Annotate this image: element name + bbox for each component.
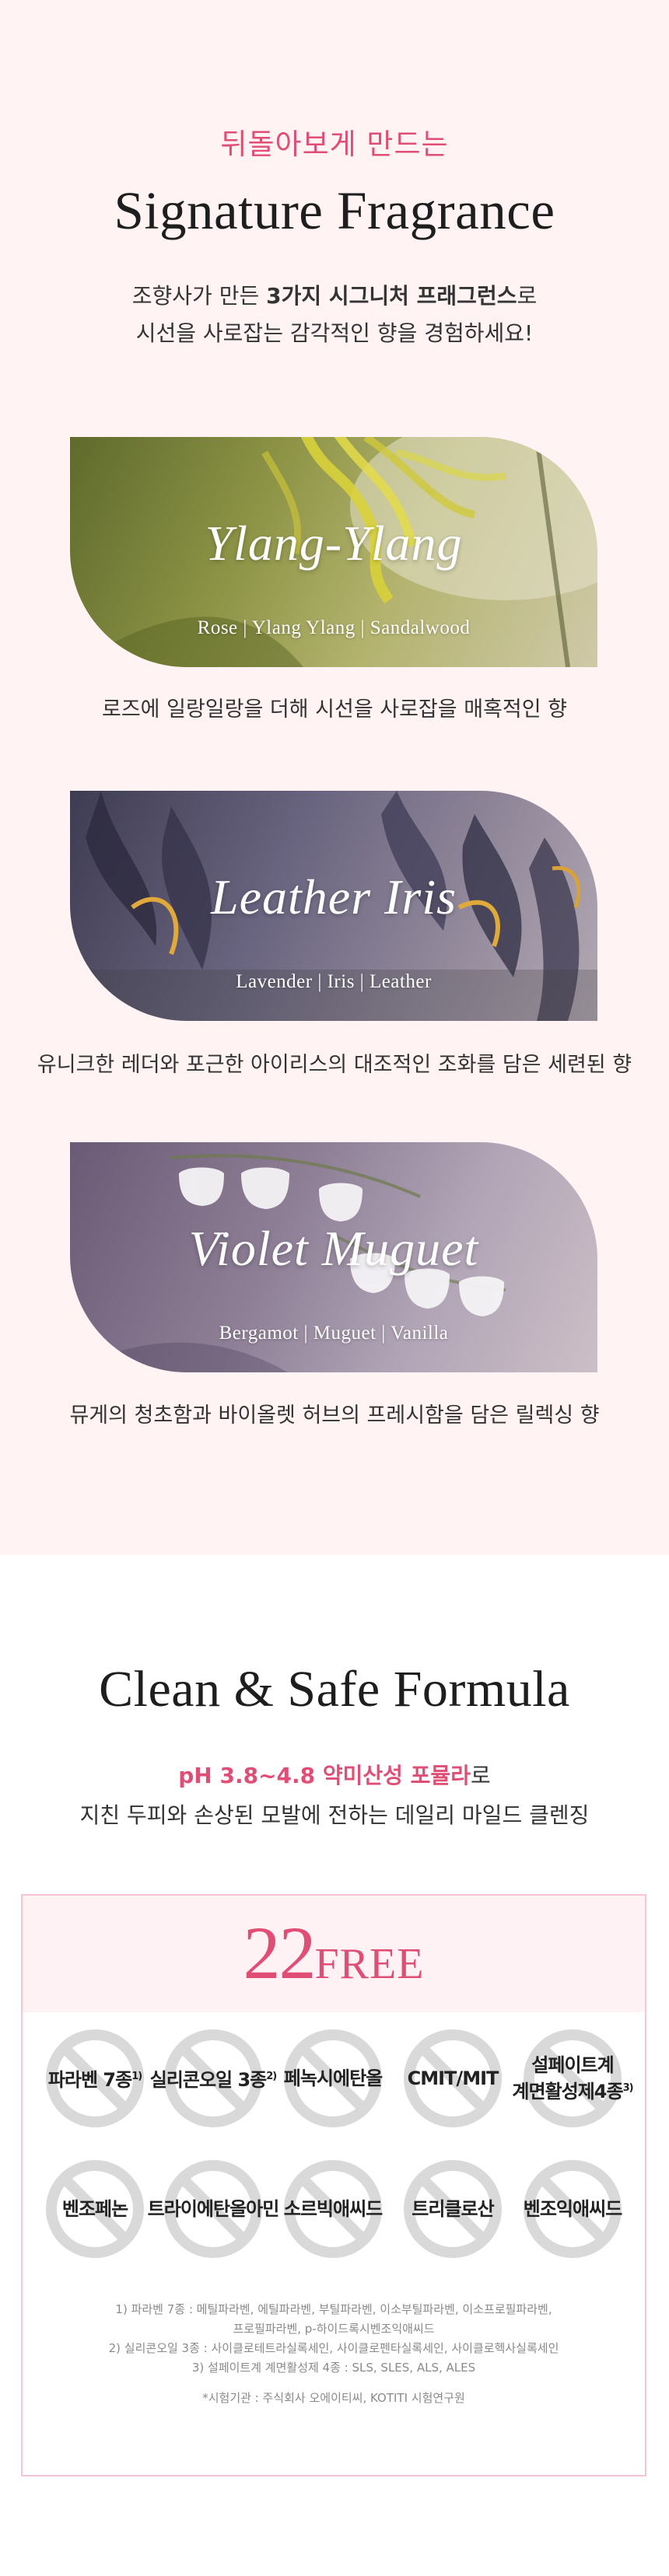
fragrance-notes: Lavender | Iris | Leather (236, 971, 432, 992)
fragrance-name: Ylang-Ylang (205, 516, 463, 571)
footnotes: 1) 파라벤 7종 : 메틸파라벤, 에틸파라벤, 부틸파라벤, 이소부틸파라벤… (23, 2300, 645, 2408)
formula-title: Clean & Safe Formula (99, 1661, 570, 1718)
formula-subtitle-post: 로 (470, 1763, 491, 1788)
badge-label: 트리클로산 (412, 2198, 494, 2220)
footnote: 1) 파라벤 7종 : 메틸파라벤, 에틸파라벤, 부틸파라벤, 이소부틸파라벤… (115, 2302, 552, 2316)
badge-label: 벤조페논 (61, 2198, 128, 2220)
fragrance-description: 유니크한 레더와 포근한 아이리스의 대조적인 조화를 담은 세련된 향 (37, 1053, 632, 1077)
signature-kicker: 뒤돌아보게 만드는 (220, 128, 449, 161)
free-header: 22FREE (23, 1896, 645, 2012)
footnote: 2) 실리콘오일 3종 : 사이클로테트라실록세인, 사이클로펜타실록세인, 사… (108, 2341, 559, 2355)
desc-line1-pre: 조향사가 만든 (131, 283, 267, 309)
desc-line1-post: 로 (517, 283, 538, 309)
free-word: FREE (314, 1940, 425, 1988)
badge-label: 트라이에탄올아민 (147, 2198, 280, 2220)
free-badge: 벤조익애씨드 (522, 2158, 623, 2260)
formula-subtitle-2: 지친 두피와 손상된 모발에 전하는 데일리 마일드 클렌징 (79, 1802, 590, 1828)
fragrance-notes: Bergamot | Muguet | Vanilla (219, 1323, 449, 1344)
free-badge: 트라이에탄올아민 (148, 2158, 279, 2260)
badge-label: 파라벤 7종1) (47, 2069, 142, 2091)
free-badge: 설페이트계 계면활성제4종3) (512, 2028, 634, 2129)
desc-line1-bold: 3가지 시그니처 프래그런스 (266, 283, 517, 309)
formula-ph-highlight: pH 3.8~4.8 약미산성 포뮬라 (178, 1763, 471, 1788)
badge-label: 페녹시에탄올 (283, 2067, 383, 2089)
badge-label: 실리콘오일 3종2) (149, 2069, 278, 2091)
fragrance-notes: Rose | Ylang Ylang | Sandalwood (197, 617, 471, 638)
badge-label: 설페이트계 계면활성제4종3) (512, 2054, 633, 2102)
badge-label: CMIT/MIT (407, 2067, 499, 2089)
test-source: *시험기관 : 주식회사 오에이티씨, KOTITI 시험연구원 (202, 2391, 465, 2405)
free-from-box: 22FREE 파라벤 7종1) 실리콘오일 3종2) 페녹시에탄올 CMIT/M… (21, 1894, 646, 2476)
fragrance-card-violet-muguet: Violet Muguet Bergamot | Muguet | Vanill… (70, 1142, 597, 1372)
free-number: 22 (243, 1911, 317, 1994)
free-badge: 벤조페논 (44, 2158, 145, 2260)
fragrance-name: Leather Iris (211, 869, 457, 924)
fragrance-card-ylang-ylang: Ylang-Ylang Rose | Ylang Ylang | Sandalw… (70, 437, 597, 667)
footnote: 프로필파라벤, p-하이드록시벤조익애씨드 (233, 2322, 435, 2336)
formula-subtitle-1: pH 3.8~4.8 약미산성 포뮬라로 (0, 1759, 669, 1790)
fragrance-description: 뮤게의 청초함과 바이올렛 허브의 프레시함을 담은 릴렉싱 향 (69, 1403, 600, 1428)
desc-line2: 시선을 사로잡는 감각적인 향을 경험하세요! (135, 320, 534, 346)
free-badge: 페녹시에탄올 (282, 2028, 384, 2129)
free-badge: 실리콘오일 3종2) (150, 2028, 277, 2129)
badge-label: 벤조익애씨드 (523, 2198, 622, 2220)
free-badge: 트리클로산 (402, 2158, 503, 2260)
free-badge: CMIT/MIT (402, 2028, 503, 2129)
fragrance-description: 로즈에 일랑일랑을 더해 시선을 사로잡을 매혹적인 향 (102, 697, 567, 722)
fragrance-card-leather-iris: Leather Iris Lavender | Iris | Leather (70, 791, 597, 1021)
fragrance-name: Violet Muguet (188, 1221, 479, 1276)
free-count: 22FREE (23, 1910, 645, 1996)
footnote: 3) 설페이트계 계면활성제 4종 : SLS, SLES, ALS, ALES (191, 2361, 476, 2375)
signature-title: Signature Fragrance (114, 181, 555, 240)
badge-label: 소르빅애씨드 (283, 2198, 383, 2220)
signature-description: 조향사가 만든 3가지 시그니처 프래그런스로 시선을 사로잡는 감각적인 향을… (0, 278, 669, 352)
free-badge: 파라벤 7종1) (44, 2028, 145, 2129)
signature-section: 뒤돌아보게 만드는 Signature Fragrance 조향사가 만든 3가… (0, 0, 669, 1555)
free-badge: 소르빅애씨드 (282, 2158, 384, 2260)
